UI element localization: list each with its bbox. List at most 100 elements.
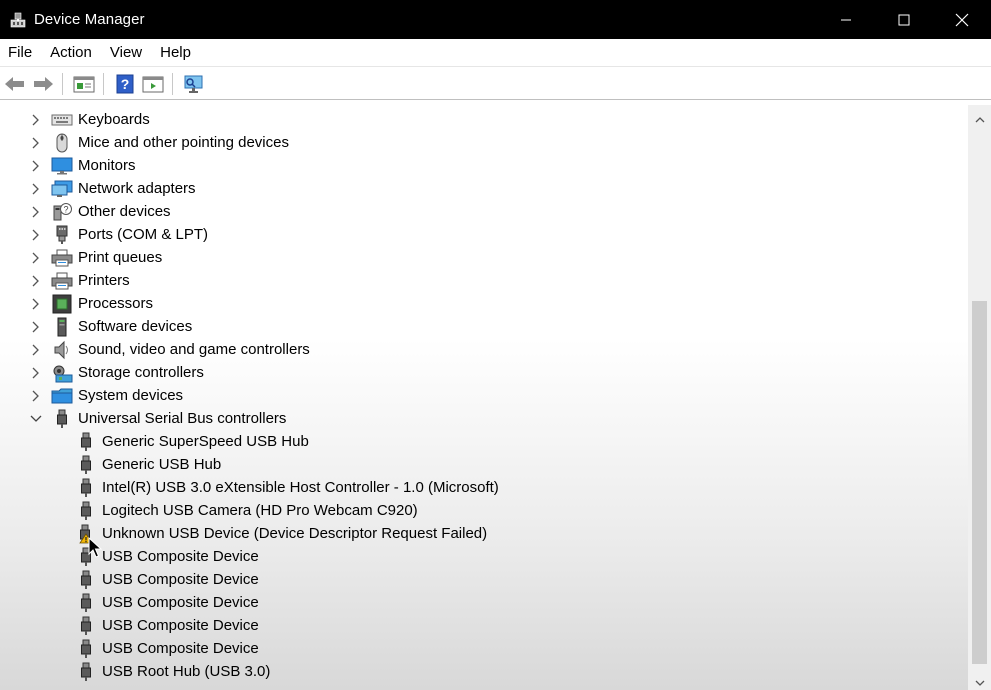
tree-item-ports[interactable]: Ports (COM & LPT): [0, 223, 968, 246]
usb-plug-icon: [77, 662, 95, 682]
menu-help[interactable]: Help: [151, 39, 200, 67]
title-bar: Device Manager: [0, 0, 991, 39]
minimize-icon: [841, 19, 851, 20]
svg-text:?: ?: [121, 76, 130, 92]
storage-controller-icon: [51, 363, 73, 383]
help-button[interactable]: ?: [112, 71, 138, 97]
tree-child-label: Generic USB Hub: [102, 456, 222, 473]
tree-child-label: Logitech USB Camera (HD Pro Webcam C920): [102, 502, 418, 519]
close-icon: [955, 13, 969, 26]
tree-item-label: Other devices: [78, 203, 171, 220]
tree-item-software-devices[interactable]: Software devices: [0, 315, 968, 338]
tree-item-other-devices[interactable]: ? Other devices: [0, 200, 968, 223]
tree-item-label: Keyboards: [78, 111, 150, 128]
tree-item-label: Printers: [78, 272, 130, 289]
tree-item-sound-video-game[interactable]: Sound, video and game controllers: [0, 338, 968, 361]
back-arrow-icon: [5, 76, 24, 91]
tree-child-usb-device[interactable]: USB Composite Device: [0, 591, 968, 614]
tree-child-usb-device[interactable]: Generic SuperSpeed USB Hub: [0, 430, 968, 453]
usb-plug-icon: [77, 455, 95, 475]
usb-plug-icon: [77, 432, 95, 452]
speaker-icon: [51, 340, 73, 360]
menu-file[interactable]: File: [0, 39, 41, 67]
keyboard-icon: [51, 110, 73, 130]
close-button[interactable]: [933, 0, 991, 39]
expand-chevron-icon[interactable]: [29, 274, 43, 288]
tree-child-usb-device[interactable]: Generic USB Hub: [0, 453, 968, 476]
properties-icon: [73, 76, 95, 92]
usb-plug-icon: [77, 478, 95, 498]
scrollbar-thumb[interactable]: [972, 301, 987, 664]
tree-item-label: Monitors: [78, 157, 136, 174]
chevron-up-icon: [975, 116, 984, 122]
tree-item-storage-controllers[interactable]: Storage controllers: [0, 361, 968, 384]
tree-item-network-adapters[interactable]: Network adapters: [0, 177, 968, 200]
tree-child-usb-device[interactable]: Logitech USB Camera (HD Pro Webcam C920): [0, 499, 968, 522]
expand-chevron-icon[interactable]: [29, 320, 43, 334]
port-icon: [51, 225, 73, 245]
menu-action[interactable]: Action: [41, 39, 101, 67]
toolbar-separator: [172, 72, 173, 95]
run-button[interactable]: [140, 71, 166, 97]
usb-plug-icon: [51, 409, 73, 429]
system-folder-icon: [51, 386, 73, 406]
vertical-scrollbar[interactable]: [968, 105, 991, 690]
minimize-button[interactable]: [817, 0, 875, 39]
tree-child-label: USB Composite Device: [102, 548, 259, 565]
tree-item-label: Software devices: [78, 318, 193, 335]
printer-icon: [51, 271, 73, 291]
expand-chevron-icon[interactable]: [29, 136, 43, 150]
tree-child-label: USB Composite Device: [102, 617, 259, 634]
tree-child-usb-device[interactable]: USB Composite Device: [0, 614, 968, 637]
tree-child-usb-device[interactable]: USB Root Hub (USB 3.0): [0, 660, 968, 683]
window-title: Device Manager: [34, 11, 145, 28]
properties-button[interactable]: [71, 71, 97, 97]
tree-item-system-devices[interactable]: System devices: [0, 384, 968, 407]
scroll-up-button[interactable]: [968, 109, 991, 129]
expand-chevron-icon[interactable]: [29, 182, 43, 196]
tree-child-label: Unknown USB Device (Device Descriptor Re…: [102, 525, 488, 542]
collapse-chevron-icon[interactable]: [29, 412, 43, 426]
tree-child-usb-device-unknown[interactable]: Unknown USB Device (Device Descriptor Re…: [0, 522, 968, 545]
tree-child-usb-device[interactable]: USB Composite Device: [0, 568, 968, 591]
help-icon: ?: [116, 74, 134, 93]
svg-text:?: ?: [63, 204, 68, 214]
tree-item-label: Universal Serial Bus controllers: [78, 410, 287, 427]
scan-hardware-icon: [184, 75, 203, 93]
tree-child-usb-device[interactable]: Intel(R) USB 3.0 eXtensible Host Control…: [0, 476, 968, 499]
expand-chevron-icon[interactable]: [29, 251, 43, 265]
tree-child-usb-device[interactable]: USB Composite Device: [0, 637, 968, 660]
tree-item-print-queues[interactable]: Print queues: [0, 246, 968, 269]
menu-bar: File Action View Help: [0, 39, 991, 67]
usb-plug-icon: [77, 639, 95, 659]
tree-item-usb-controllers[interactable]: Universal Serial Bus controllers: [0, 407, 968, 430]
expand-chevron-icon[interactable]: [29, 343, 43, 357]
scroll-down-button[interactable]: [968, 673, 991, 690]
usb-plug-icon: [77, 616, 95, 636]
toolbar-separator: [62, 72, 63, 95]
scan-hardware-button[interactable]: [181, 71, 207, 97]
expand-chevron-icon[interactable]: [29, 113, 43, 127]
maximize-button[interactable]: [875, 0, 933, 39]
expand-chevron-icon[interactable]: [29, 389, 43, 403]
expand-chevron-icon[interactable]: [29, 205, 43, 219]
tree-item-processors[interactable]: Processors: [0, 292, 968, 315]
usb-plug-icon: [77, 570, 95, 590]
device-tree-pane: Keyboards Mice and other pointing device…: [0, 105, 991, 690]
expand-chevron-icon[interactable]: [29, 228, 43, 242]
mouse-icon: [51, 133, 73, 153]
forward-button[interactable]: [30, 71, 56, 97]
menu-view[interactable]: View: [101, 39, 151, 67]
back-button[interactable]: [2, 71, 28, 97]
tree-item-monitors[interactable]: Monitors: [0, 154, 968, 177]
tree-child-label: Intel(R) USB 3.0 eXtensible Host Control…: [102, 479, 499, 496]
tree-child-usb-device[interactable]: USB Composite Device: [0, 545, 968, 568]
expand-chevron-icon[interactable]: [29, 366, 43, 380]
expand-chevron-icon[interactable]: [29, 297, 43, 311]
tree-item-printers[interactable]: Printers: [0, 269, 968, 292]
processor-icon: [51, 294, 73, 314]
expand-chevron-icon[interactable]: [29, 159, 43, 173]
tree-item-mice[interactable]: Mice and other pointing devices: [0, 131, 968, 154]
tree-item-label: Sound, video and game controllers: [78, 341, 310, 358]
tree-item-keyboards[interactable]: Keyboards: [0, 108, 968, 131]
